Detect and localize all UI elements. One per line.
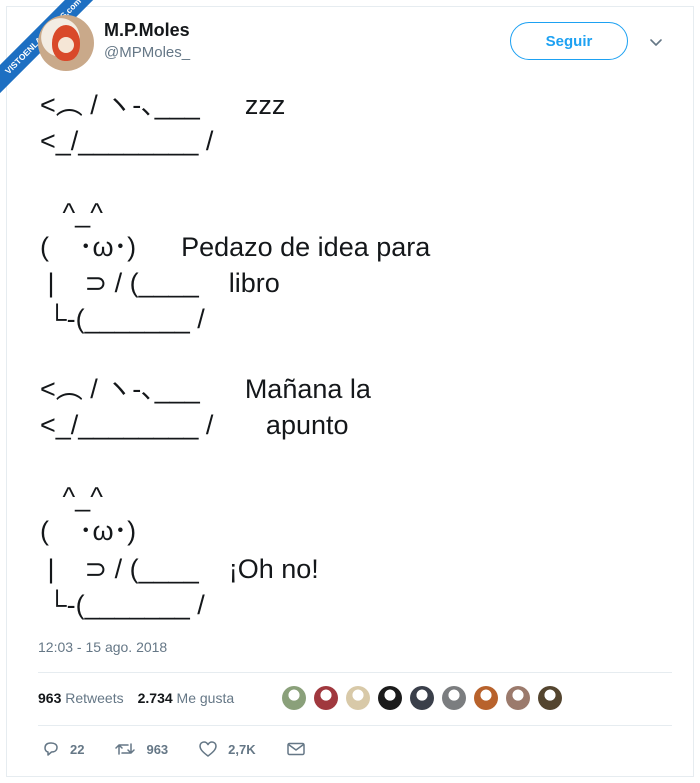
- liker-avatar[interactable]: [506, 686, 530, 710]
- tweet-line: └-(_______ /: [40, 304, 205, 334]
- tweet-line: ( ･ω･) Pedazo de idea para: [40, 232, 431, 262]
- retweet-icon: [115, 743, 136, 755]
- tweet-line: <︵ / ヽ-､___ zzz: [40, 90, 286, 120]
- liker-avatar[interactable]: [474, 686, 498, 710]
- retweets-stat[interactable]: 963 Retweets: [38, 690, 124, 706]
- tweet-line: ^_^: [40, 482, 103, 512]
- liker-avatar[interactable]: [346, 686, 370, 710]
- liker-avatar[interactable]: [314, 686, 338, 710]
- liker-avatar[interactable]: [442, 686, 466, 710]
- divider: [38, 672, 672, 673]
- follow-button[interactable]: Seguir: [510, 22, 628, 60]
- author-avatar[interactable]: [38, 15, 94, 71]
- tweet-line: <_/________ /: [40, 126, 214, 156]
- tweet-line: | ⊃ / (____ libro: [40, 268, 280, 298]
- tweet-line: <_/________ / apunto: [40, 410, 349, 440]
- author-name[interactable]: M.P.Moles: [104, 20, 190, 41]
- liker-avatar[interactable]: [282, 686, 306, 710]
- retweet-button[interactable]: 963: [114, 740, 168, 758]
- tweet-line: <︵ / ヽ-､___ Mañana la: [40, 374, 371, 404]
- engagement-stats: 963 Retweets 2.734 Me gusta: [38, 690, 234, 706]
- reply-icon: [44, 742, 58, 756]
- liker-avatar[interactable]: [378, 686, 402, 710]
- tweet-actions: 22 963 2,7K: [42, 740, 346, 758]
- likes-count: 2.734: [137, 690, 173, 706]
- retweet-count: 963: [146, 741, 169, 757]
- tweet-timestamp[interactable]: 12:03 - 15 ago. 2018: [38, 639, 167, 655]
- tweet-line: └-(_______ /: [40, 590, 205, 620]
- mail-icon: [286, 742, 305, 756]
- tweet-line: | ⊃ / (____ ¡Oh no!: [40, 554, 319, 584]
- chevron-down-icon[interactable]: [648, 34, 664, 50]
- retweets-label: Retweets: [65, 690, 124, 706]
- heart-icon: [199, 741, 217, 757]
- tweet-line: ( ･ω･): [40, 516, 137, 546]
- liker-avatar[interactable]: [410, 686, 434, 710]
- tweet-line: ^_^: [40, 198, 103, 228]
- liker-avatar[interactable]: [538, 686, 562, 710]
- like-count: 2,7K: [228, 741, 256, 757]
- like-button[interactable]: 2,7K: [198, 740, 256, 758]
- reply-button[interactable]: 22: [42, 740, 84, 758]
- likes-label: Me gusta: [176, 690, 235, 706]
- divider: [38, 725, 672, 726]
- liker-avatars: [282, 686, 562, 710]
- likes-stat[interactable]: 2.734 Me gusta: [138, 690, 235, 706]
- author-handle[interactable]: @MPMoles_: [104, 44, 190, 61]
- direct-message-button[interactable]: [286, 741, 316, 757]
- reply-count: 22: [70, 741, 85, 757]
- retweets-count: 963: [38, 690, 62, 706]
